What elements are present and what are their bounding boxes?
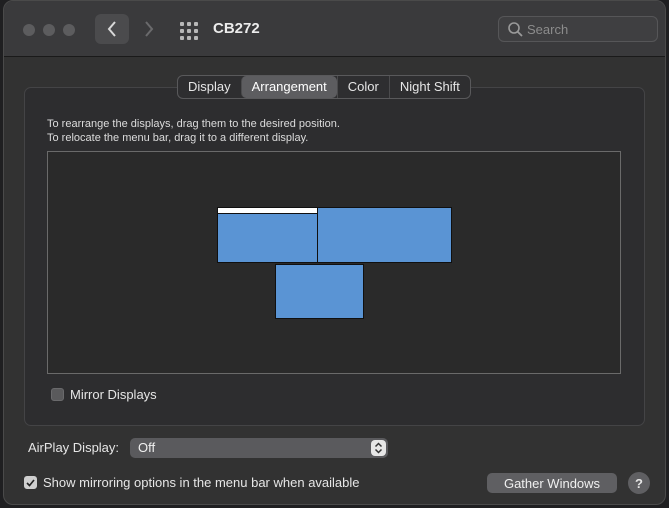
tab-color[interactable]: Color — [336, 76, 389, 98]
checkmark-icon — [26, 478, 35, 487]
back-button[interactable] — [95, 14, 129, 44]
menu-bar-handle[interactable] — [218, 208, 317, 214]
instruction-rearrange: To rearrange the displays, drag them to … — [47, 118, 340, 130]
mirror-displays-label: Mirror Displays — [70, 387, 157, 402]
gather-windows-button[interactable]: Gather Windows — [487, 473, 617, 493]
search-icon — [508, 22, 523, 37]
zoom-window-button[interactable] — [63, 24, 75, 36]
forward-button[interactable] — [132, 14, 166, 44]
help-button[interactable]: ? — [628, 472, 650, 494]
title-bar: CB272 — [4, 1, 665, 57]
close-window-button[interactable] — [23, 24, 35, 36]
minimize-window-button[interactable] — [43, 24, 55, 36]
tab-bar: Display Arrangement Color Night Shift — [177, 75, 471, 99]
display-arrangement-canvas — [47, 151, 621, 374]
instruction-menubar: To relocate the menu bar, drag it to a d… — [47, 132, 309, 144]
mirror-displays-checkbox[interactable] — [51, 388, 64, 401]
display-right[interactable] — [317, 207, 452, 263]
show-mirroring-label: Show mirroring options in the menu bar w… — [43, 475, 360, 490]
search-input[interactable] — [527, 20, 652, 38]
search-field[interactable] — [498, 16, 658, 42]
tab-night-shift[interactable]: Night Shift — [388, 76, 470, 98]
window-title: CB272 — [213, 20, 260, 37]
chevron-right-icon — [145, 21, 154, 37]
tab-display[interactable]: Display — [178, 76, 241, 98]
chevron-updown-icon — [371, 440, 386, 456]
airplay-display-label: AirPlay Display: — [28, 440, 120, 455]
show-mirroring-checkbox[interactable] — [24, 476, 37, 489]
airplay-display-select[interactable]: Off — [130, 438, 388, 458]
display-bottom[interactable] — [275, 264, 364, 319]
chevron-left-icon — [107, 21, 116, 37]
airplay-selected-value: Off — [138, 440, 156, 455]
grid-icon[interactable] — [180, 22, 198, 40]
display-left[interactable] — [217, 207, 318, 263]
tab-arrangement[interactable]: Arrangement — [240, 76, 337, 98]
